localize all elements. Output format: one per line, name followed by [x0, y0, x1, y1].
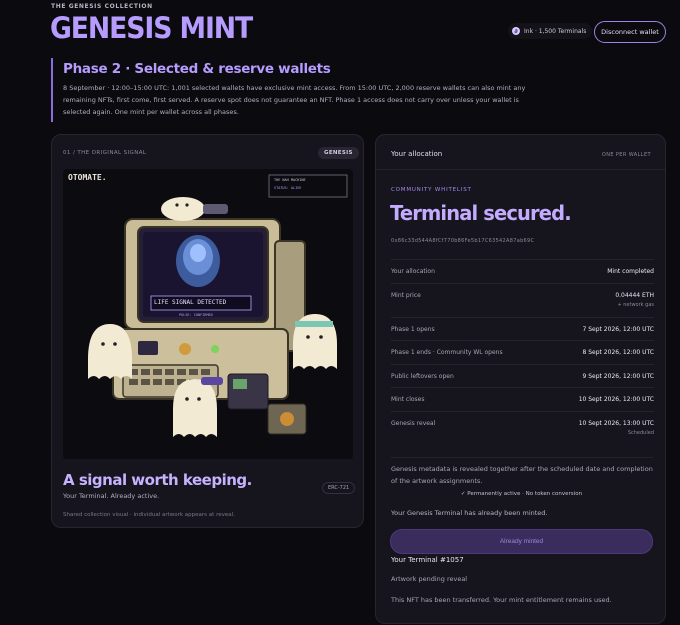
- network-badge: ∂ Ink · 1,500 Terminals: [508, 23, 593, 39]
- detail-label: Mint price: [391, 291, 421, 299]
- page-title: GENESIS MINT: [50, 11, 253, 45]
- allocation-title: Your allocation: [391, 150, 443, 158]
- artwork-panel-title: THE NAH MACHINE: [274, 178, 306, 182]
- token-standard-badge: ERC-721: [322, 482, 356, 494]
- detail-value: 10 Sept 2026, 12:00 UTC: [578, 396, 654, 403]
- artwork-card: 01 / THE ORIGINAL SIGNAL GENESIS OTOMATE…: [51, 134, 364, 528]
- phase-banner: Phase 2 · Selected & reserve wallets 8 S…: [51, 58, 531, 122]
- detail-label: Public leftovers open: [391, 372, 454, 380]
- detail-value: Mint completed: [607, 268, 654, 275]
- genesis-badge: GENESIS: [318, 147, 359, 159]
- allocation-tag: ONE PER WALLET: [601, 152, 651, 158]
- detail-row: Your allocation Mint completed: [391, 259, 654, 283]
- artwork-note: Shared collection visual · individual ar…: [63, 512, 235, 518]
- detail-value: 10 Sept 2026, 13:00 UTC: [578, 419, 654, 427]
- detail-row: Public leftovers open 9 Sept 2026, 12:00…: [391, 363, 654, 388]
- detail-row: Mint closes 10 Sept 2026, 12:00 UTC: [391, 387, 654, 411]
- allocation-headline: Terminal secured.: [390, 201, 572, 225]
- artwork-status: Artwork pending reveal: [391, 575, 468, 583]
- whitelist-eyebrow: COMMUNITY WHITELIST: [391, 187, 472, 193]
- detail-subvalue: Scheduled: [627, 429, 654, 436]
- divider: [376, 169, 665, 170]
- detail-value: 8 Sept 2026, 12:00 UTC: [582, 349, 654, 356]
- detail-label: Mint closes: [391, 396, 425, 403]
- disconnect-wallet-button[interactable]: Disconnect wallet: [594, 21, 666, 43]
- detail-value: 0.04444 ETH: [615, 291, 654, 299]
- detail-label: Phase 1 opens: [391, 325, 435, 333]
- minted-note: Your Genesis Terminal has already been m…: [391, 509, 548, 517]
- collection-artwork: OTOMATE. THE NAH MACHINE STATUS: ALIVE L…: [63, 169, 353, 459]
- detail-subvalue: + network gas: [617, 301, 654, 308]
- artwork-panel-status: STATUS: ALIVE: [274, 186, 302, 190]
- detail-label: Phase 1 ends · Community WL opens: [391, 349, 503, 356]
- detail-label: Your allocation: [391, 268, 435, 275]
- detail-row: Phase 1 ends · Community WL opens 8 Sept…: [391, 340, 654, 364]
- phase-description: 8 September · 12:00–15:00 UTC: 1,001 sel…: [63, 84, 526, 116]
- reveal-note: Genesis metadata is revealed together af…: [391, 457, 653, 487]
- artwork-eyebrow: 01 / THE ORIGINAL SIGNAL: [63, 150, 147, 156]
- detail-value: 9 Sept 2026, 12:00 UTC: [582, 372, 654, 380]
- detail-label: Genesis reveal: [391, 419, 436, 427]
- allocation-details: Your allocation Mint completed Mint pric…: [391, 259, 654, 445]
- artwork-corner-text: OTOMATE.: [68, 173, 107, 182]
- terminal-id: Your Terminal #1057: [391, 556, 464, 564]
- detail-row: Phase 1 opens 7 Sept 2026, 12:00 UTC: [391, 316, 654, 341]
- phase-title: Phase 2 · Selected & reserve wallets: [63, 61, 331, 77]
- detail-row: Genesis reveal 10 Sept 2026, 13:00 UTC Sc…: [391, 410, 654, 445]
- wallet-address: 0x86c33d544A8fCf770b86Fe5b17C63542A87ab6…: [391, 238, 535, 244]
- status-checks: ✓ Permanently active · No token conversi…: [460, 491, 583, 497]
- artwork-screen-subtext: PULSE: CONFIRMED: [179, 313, 213, 317]
- artwork-heading: A signal worth keeping.: [63, 471, 252, 489]
- already-minted-button[interactable]: Already minted: [390, 529, 653, 554]
- transfer-note: This NFT has been transferred. Your mint…: [391, 596, 612, 604]
- allocation-card: Your allocation ONE PER WALLET COMMUNITY…: [375, 134, 666, 624]
- artwork-screen-text: LIFE SIGNAL DETECTED: [154, 299, 227, 306]
- detail-value: 7 Sept 2026, 12:00 UTC: [582, 325, 654, 333]
- network-label: Ink · 1,500 Terminals: [524, 27, 587, 35]
- artwork-subtitle: Your Terminal. Already active.: [63, 492, 160, 500]
- collection-eyebrow: THE GENESIS COLLECTION: [51, 3, 153, 10]
- detail-row: Mint price 0.04444 ETH + network gas: [391, 282, 654, 317]
- ink-logo-icon: ∂: [512, 27, 520, 35]
